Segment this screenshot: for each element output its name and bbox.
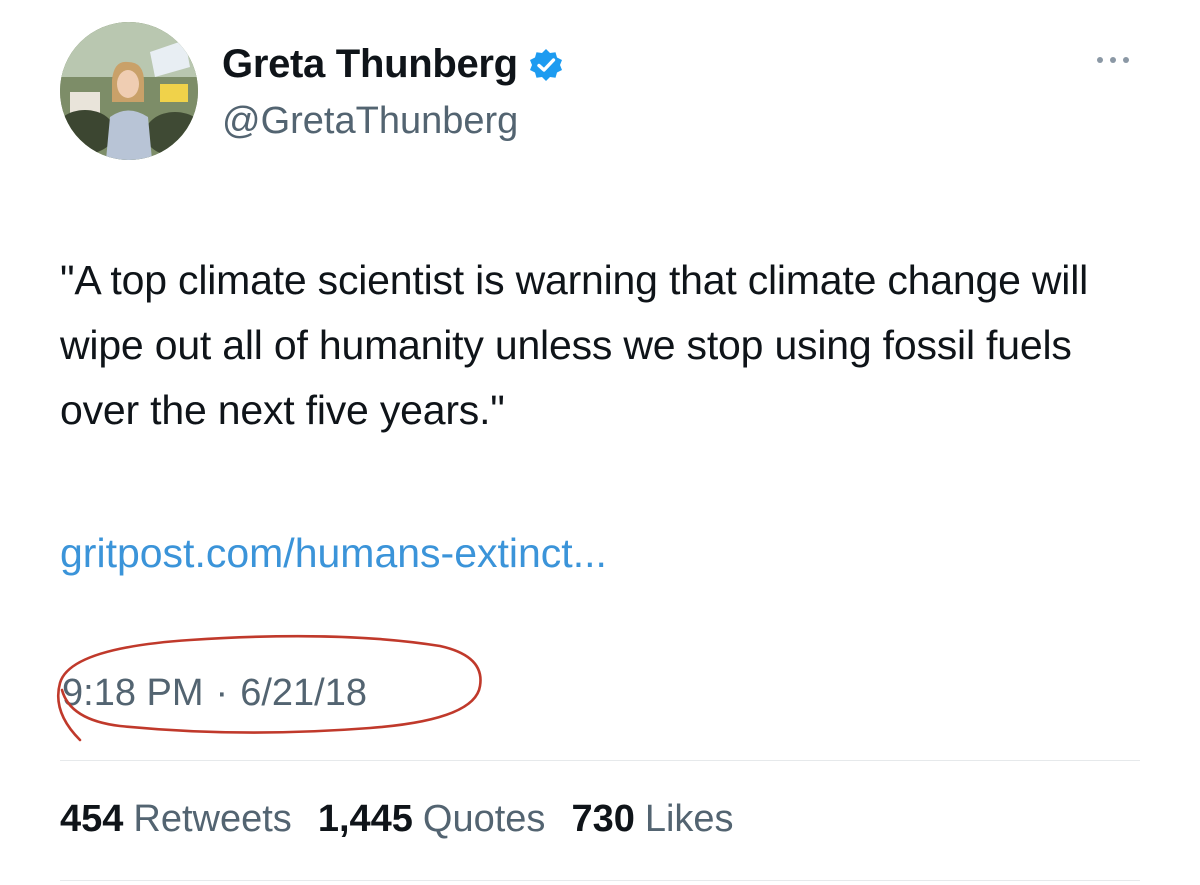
quotes-label: Quotes	[422, 798, 546, 840]
retweets-count: 454	[60, 798, 124, 840]
tweet-card: Greta Thunberg @GretaThunberg "A top cli…	[0, 0, 1200, 885]
handle[interactable]: @GretaThunberg	[222, 100, 518, 143]
tweet-time: 9:18 PM	[62, 672, 204, 714]
tweet-link[interactable]: gritpost.com/humans-extinct...	[60, 530, 607, 577]
avatar-photo	[60, 22, 198, 160]
display-name[interactable]: Greta Thunberg	[222, 42, 518, 87]
verified-badge-icon	[528, 47, 564, 83]
tweet-timestamp[interactable]: 9:18 PM · 6/21/18	[62, 672, 367, 715]
avatar[interactable]	[60, 22, 198, 160]
more-options-icon[interactable]	[1085, 48, 1145, 72]
retweets-label: Retweets	[133, 798, 292, 840]
tweet-text: "A top climate scientist is warning that…	[60, 257, 1089, 433]
engagement-stats: 454 Retweets 1,445 Quotes 730 Likes	[60, 798, 734, 841]
divider-top	[60, 760, 1140, 761]
likes-count: 730	[571, 798, 635, 840]
quotes-stat[interactable]: 1,445 Quotes	[318, 798, 546, 841]
quotes-count: 1,445	[317, 798, 413, 840]
tweet-date: 6/21/18	[240, 672, 367, 714]
likes-stat[interactable]: 730 Likes	[571, 798, 733, 841]
retweets-stat[interactable]: 454 Retweets	[60, 798, 292, 841]
author-name-row[interactable]: Greta Thunberg	[222, 42, 564, 87]
likes-label: Likes	[644, 798, 734, 840]
divider-bottom	[60, 880, 1140, 881]
timestamp-separator: ·	[215, 672, 229, 714]
